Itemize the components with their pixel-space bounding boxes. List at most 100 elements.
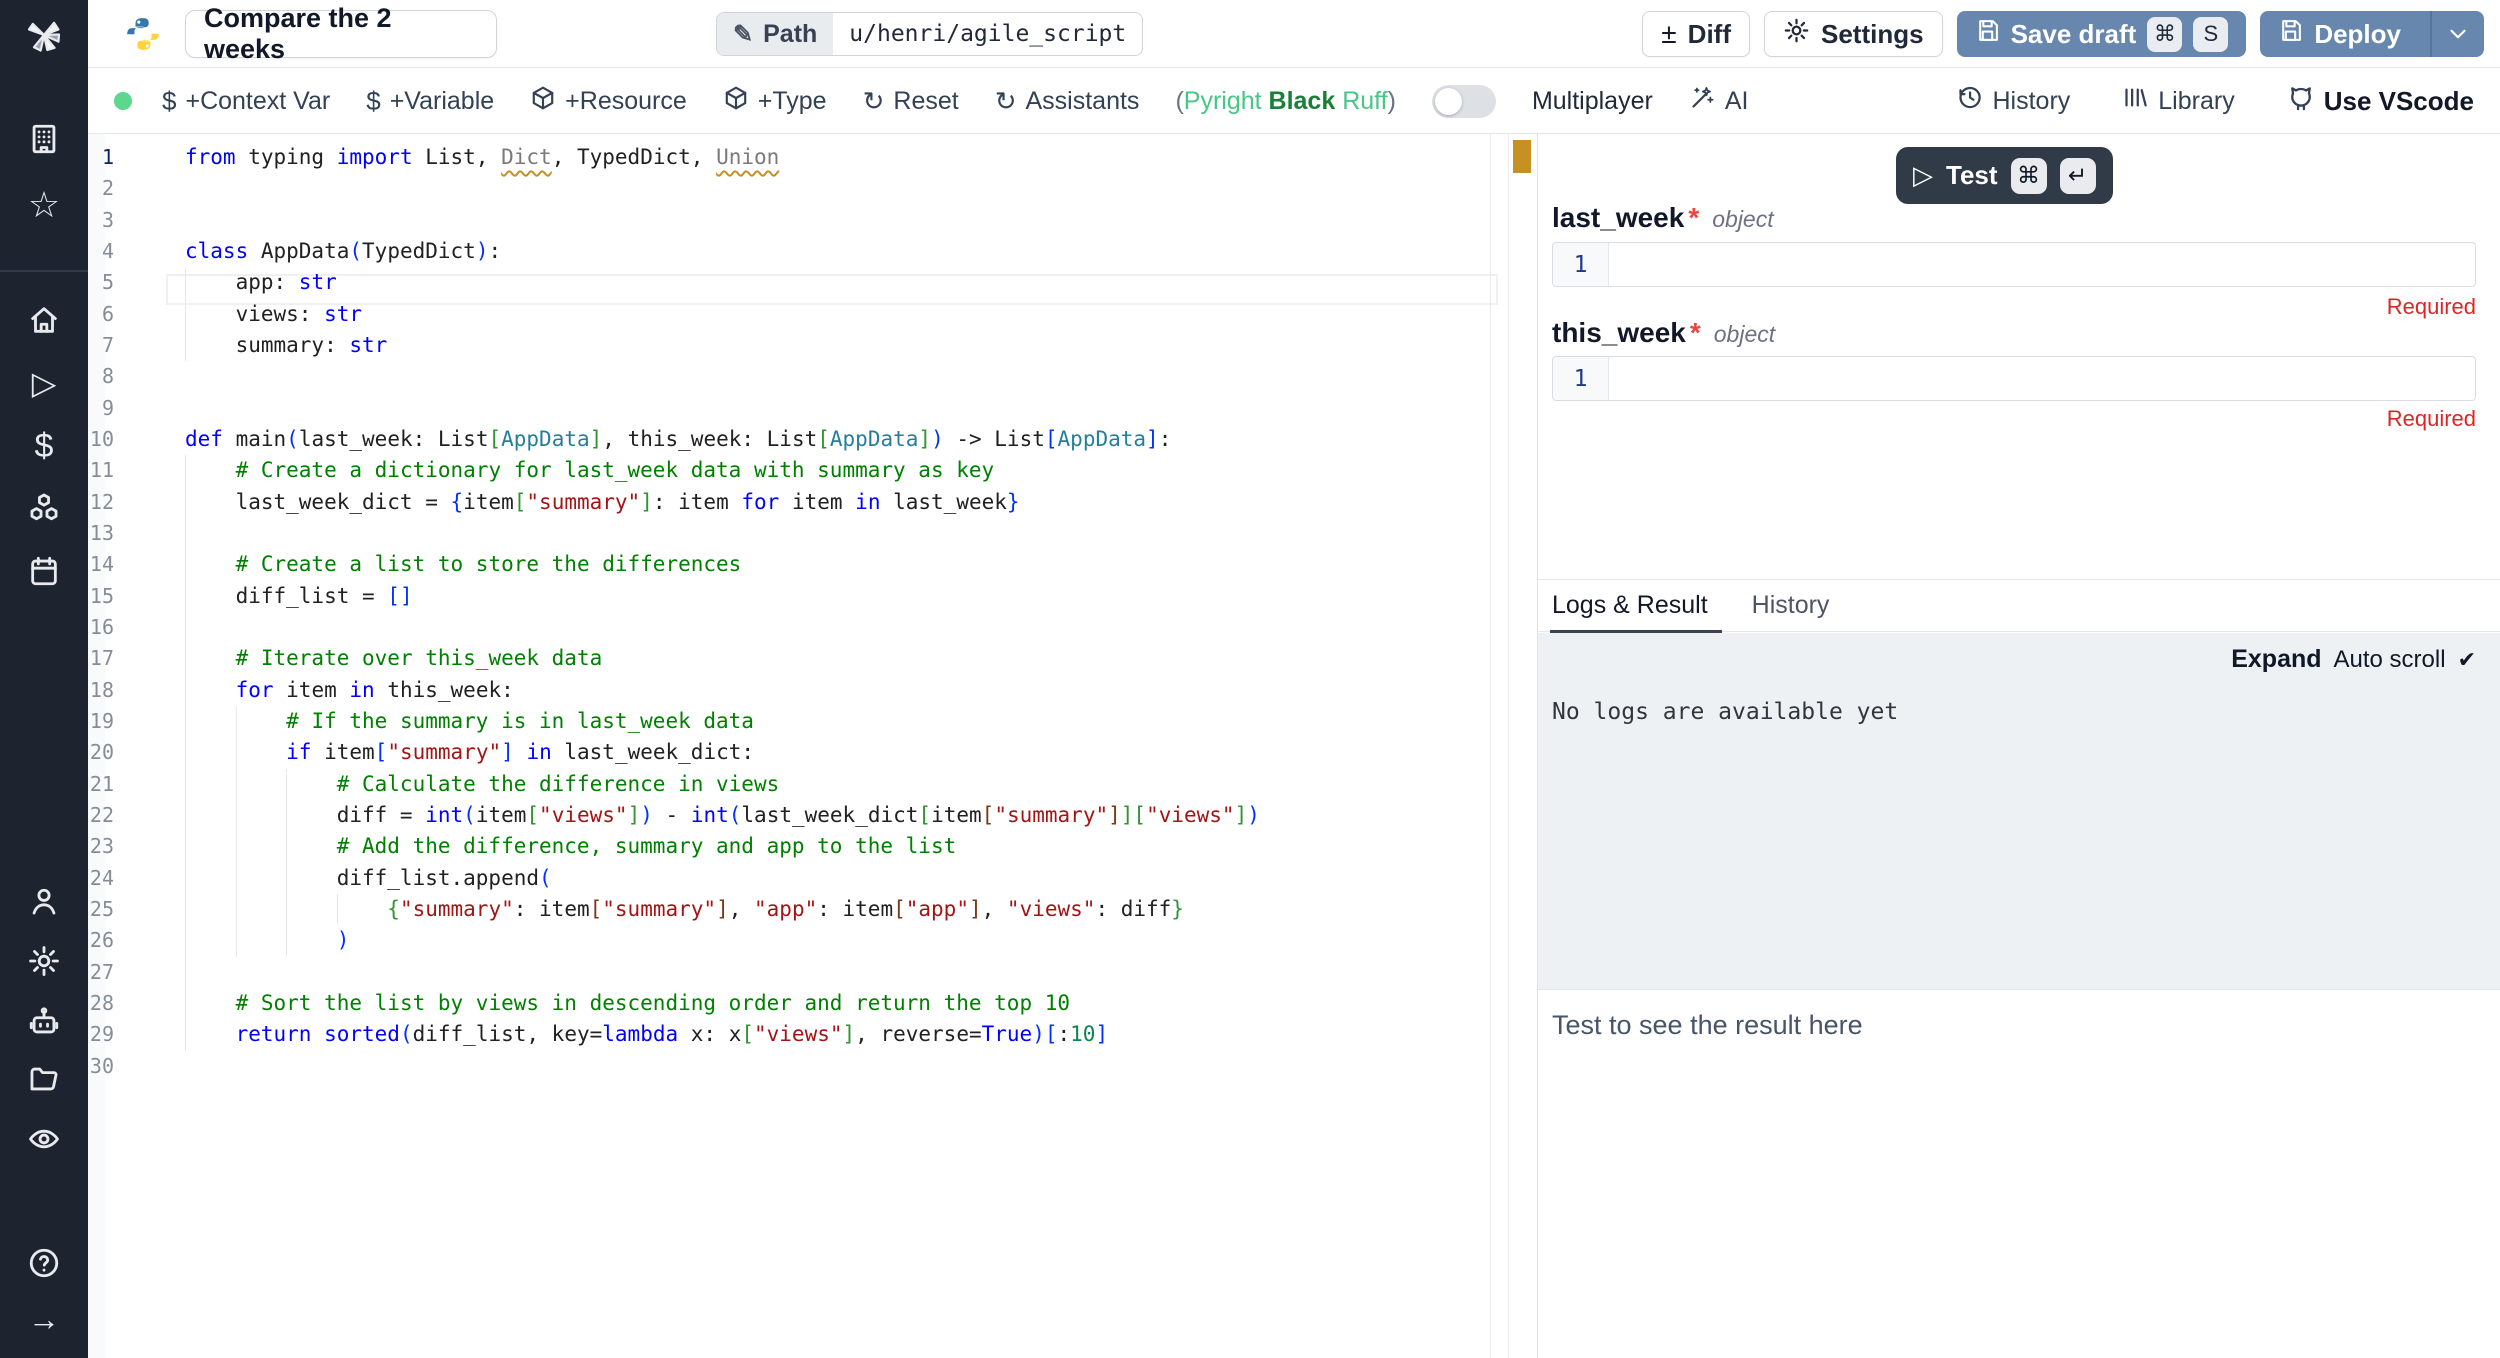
ai-button[interactable]: AI bbox=[1689, 84, 1749, 118]
lint-status[interactable]: (Pyright Black Ruff) bbox=[1175, 87, 1396, 116]
editor-overview-ruler[interactable] bbox=[1508, 134, 1537, 1358]
arg-input-last-week[interactable]: 1 bbox=[1552, 242, 2476, 287]
code-line: diff = int(item["views"]) - int(last_wee… bbox=[185, 800, 1260, 831]
logs-tabbar: Logs & Result History bbox=[1538, 580, 2500, 632]
sidebar-item-robot-icon[interactable] bbox=[0, 1000, 88, 1044]
line-number: 2 bbox=[88, 173, 114, 204]
code-line: app: str bbox=[185, 267, 337, 298]
ai-label: AI bbox=[1725, 87, 1749, 116]
history-button[interactable]: History bbox=[1956, 84, 2070, 118]
deploy-dropdown[interactable] bbox=[2430, 11, 2484, 57]
line-number: 27 bbox=[88, 957, 114, 988]
tab-logs-result[interactable]: Logs & Result bbox=[1552, 580, 1708, 632]
sidebar-item-dollar-icon[interactable]: $ bbox=[0, 424, 88, 468]
code-line: last_week_dict = {item["summary"]: item … bbox=[185, 487, 1020, 518]
line-number: 21 bbox=[88, 769, 114, 800]
save-icon bbox=[1975, 18, 2000, 50]
sidebar-item-arrow-right-icon[interactable]: → bbox=[0, 1297, 88, 1341]
result-placeholder: Test to see the result here bbox=[1552, 1010, 1863, 1041]
history-label: History bbox=[1992, 87, 2070, 116]
expand-button[interactable]: Expand bbox=[2231, 645, 2321, 674]
play-icon: ▷ bbox=[1913, 160, 1933, 191]
script-title-input[interactable]: Compare the 2 weeks bbox=[185, 10, 497, 58]
current-line-highlight bbox=[166, 274, 1498, 305]
json-editor-field[interactable] bbox=[1609, 243, 2475, 286]
pyright-label: Pyright bbox=[1184, 87, 1262, 115]
code-line: views: str bbox=[185, 299, 362, 330]
reset-icon: ↻ bbox=[863, 88, 885, 114]
use-vscode-button[interactable]: Use VScode bbox=[2287, 84, 2474, 119]
windmill-logo[interactable] bbox=[0, 13, 88, 57]
json-editor-field[interactable] bbox=[1609, 357, 2475, 400]
code-editor[interactable]: 1from typing import List, Dict, TypedDic… bbox=[88, 134, 1508, 1358]
sidebar-item-eye-icon[interactable] bbox=[0, 1117, 88, 1161]
ruff-label: Ruff bbox=[1342, 87, 1387, 115]
add-type-button[interactable]: +Type bbox=[723, 85, 827, 118]
sidebar-item-cubes-icon[interactable] bbox=[0, 486, 88, 530]
deploy-label: Deploy bbox=[2314, 19, 2401, 50]
check-icon[interactable]: ✔ bbox=[2458, 647, 2476, 673]
sidebar-item-user-icon[interactable] bbox=[0, 879, 88, 923]
add-context-var-button[interactable]: $ +Context Var bbox=[162, 87, 330, 116]
sidebar-item-folder-icon[interactable] bbox=[0, 1057, 88, 1101]
kbd-s: S bbox=[2193, 17, 2228, 52]
sidebar-item-home-icon[interactable] bbox=[0, 298, 88, 342]
path-label: Path bbox=[763, 20, 817, 49]
test-button[interactable]: ▷ Test ⌘ ↵ bbox=[1896, 147, 2113, 204]
sidebar-item-help-icon[interactable] bbox=[0, 1241, 88, 1285]
sidebar-item-gear-icon[interactable] bbox=[0, 939, 88, 983]
diff-button[interactable]: ± Diff bbox=[1642, 11, 1750, 57]
plus-minus-icon: ± bbox=[1661, 18, 1676, 50]
arg-name: this_week bbox=[1552, 317, 1686, 349]
reset-button[interactable]: ↻ Reset bbox=[863, 87, 959, 116]
vscode-cat-icon bbox=[2287, 84, 2315, 119]
column-ruler bbox=[1490, 134, 1491, 1358]
black-label: Black bbox=[1269, 87, 1336, 115]
logs-empty-message: No logs are available yet bbox=[1552, 699, 1898, 725]
code-line: diff_list = [] bbox=[185, 581, 413, 612]
use-vscode-label: Use VScode bbox=[2324, 86, 2474, 117]
line-number: 7 bbox=[88, 330, 114, 361]
path-field[interactable]: ✎ Path u/henri/agile_script bbox=[716, 12, 1143, 56]
path-label-segment[interactable]: ✎ Path bbox=[717, 13, 833, 55]
code-line: # Sort the list by views in descending o… bbox=[185, 988, 1070, 1019]
sidebar-item-play-icon[interactable]: ▷ bbox=[0, 361, 88, 405]
python-language-icon bbox=[124, 15, 162, 58]
add-variable-button[interactable]: $ +Variable bbox=[366, 87, 494, 116]
result-body: Test to see the result here bbox=[1538, 989, 2500, 1358]
settings-button[interactable]: Settings bbox=[1764, 11, 1943, 57]
arg-label-last-week: last_week* object bbox=[1552, 202, 1774, 234]
code-line: for item in this_week: bbox=[185, 675, 514, 706]
deploy-button[interactable]: Deploy bbox=[2260, 11, 2484, 57]
line-number: 25 bbox=[88, 894, 114, 925]
code-line: # Create a dictionary for last_week data… bbox=[185, 455, 994, 486]
line-number: 15 bbox=[88, 581, 114, 612]
sidebar-item-building-icon[interactable] bbox=[0, 117, 88, 161]
add-resource-button[interactable]: +Resource bbox=[530, 85, 687, 118]
json-line-number: 1 bbox=[1553, 357, 1609, 400]
code-line: class AppData(TypedDict): bbox=[185, 236, 501, 267]
autoscroll-label[interactable]: Auto scroll bbox=[2334, 646, 2446, 674]
sidebar-item-star-icon[interactable]: ☆ bbox=[0, 183, 88, 227]
line-number: 28 bbox=[88, 988, 114, 1019]
code-line: def main(last_week: List[AppData], this_… bbox=[185, 424, 1171, 455]
status-dot bbox=[114, 92, 132, 110]
code-line: diff_list.append( bbox=[185, 863, 552, 894]
multiplayer-toggle[interactable] bbox=[1432, 85, 1496, 118]
library-button[interactable]: Library bbox=[2122, 84, 2234, 118]
reset-label: Reset bbox=[893, 87, 958, 116]
line-number: 17 bbox=[88, 643, 114, 674]
sidebar-item-calendar-icon[interactable] bbox=[0, 549, 88, 593]
gear-icon bbox=[1783, 17, 1810, 51]
line-number: 13 bbox=[88, 518, 114, 549]
code-line: # Add the difference, summary and app to… bbox=[185, 831, 956, 862]
kbd-enter: ↵ bbox=[2060, 158, 2096, 194]
assistants-button[interactable]: ↻ Assistants bbox=[995, 87, 1140, 116]
tab-history[interactable]: History bbox=[1752, 580, 1830, 632]
line-number: 16 bbox=[88, 612, 114, 643]
add-type-label: +Type bbox=[758, 87, 827, 116]
save-draft-button[interactable]: Save draft ⌘ S bbox=[1957, 11, 2247, 57]
arg-input-this-week[interactable]: 1 bbox=[1552, 356, 2476, 401]
library-icon bbox=[2122, 84, 2149, 118]
indent-guide bbox=[185, 518, 186, 549]
